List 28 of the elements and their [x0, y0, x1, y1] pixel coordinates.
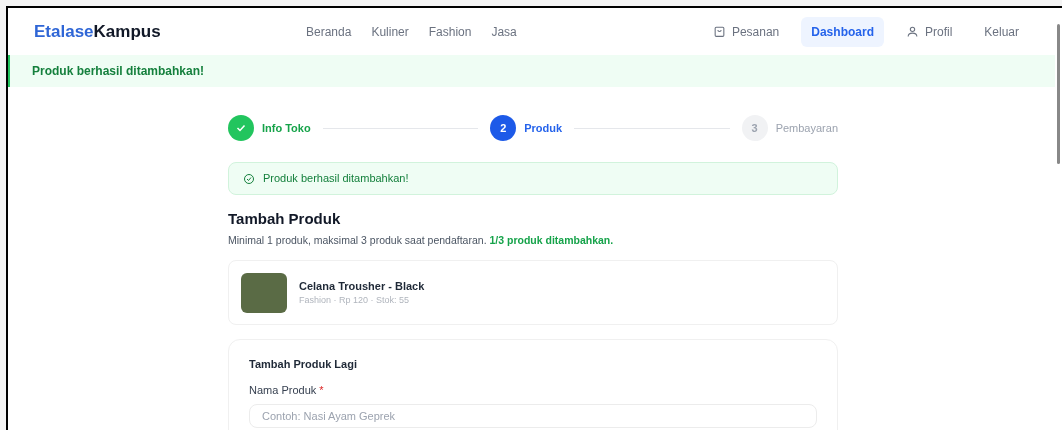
nav-button[interactable]: Keluar [974, 16, 1029, 47]
check-circle-icon [243, 172, 255, 185]
check-icon [235, 122, 247, 134]
nav-button[interactable]: Pesanan [702, 16, 790, 47]
step-label: Info Toko [262, 120, 311, 136]
nav-link[interactable]: Jasa [491, 22, 517, 41]
brand-logo[interactable]: EtalaseKampus [34, 18, 254, 45]
photo-placeholder [241, 272, 287, 313]
section-note: Minimal 1 produk, maksimal 3 produk saat pendaftaran. 1/3 produk ditambahkan. [228, 232, 615, 248]
flash-banner: Produk berhasil ditambahkan! [8, 55, 1055, 87]
shopping-bag-icon [712, 25, 726, 38]
product-meta: Fashion · Rp 120 · Stok: 55 [299, 294, 411, 308]
nav-link[interactable]: Kuliner [371, 22, 409, 41]
step-number: 3 [751, 120, 758, 136]
nav-button[interactable]: Dashboard [801, 16, 884, 47]
alert-text: Produk berhasil ditambahkan! [263, 171, 409, 187]
step-number: 2 [500, 120, 507, 136]
nav-link[interactable]: Beranda [306, 22, 352, 41]
nav-button[interactable]: Profil [895, 16, 963, 47]
form-title: Tambah Produk Lagi [249, 357, 358, 373]
step-label: Pembayaran [775, 120, 838, 136]
section-title: Tambah Produk [228, 209, 342, 229]
input-field[interactable]: Contoh: Nasi Ayam Geprek [249, 404, 817, 429]
nav-link[interactable]: Fashion [428, 22, 472, 41]
field-label: Nama Produk * [249, 382, 325, 398]
product-name: Celana Trousher - Black [299, 278, 425, 294]
step-label: Produk [524, 120, 563, 136]
user-icon [905, 25, 919, 38]
